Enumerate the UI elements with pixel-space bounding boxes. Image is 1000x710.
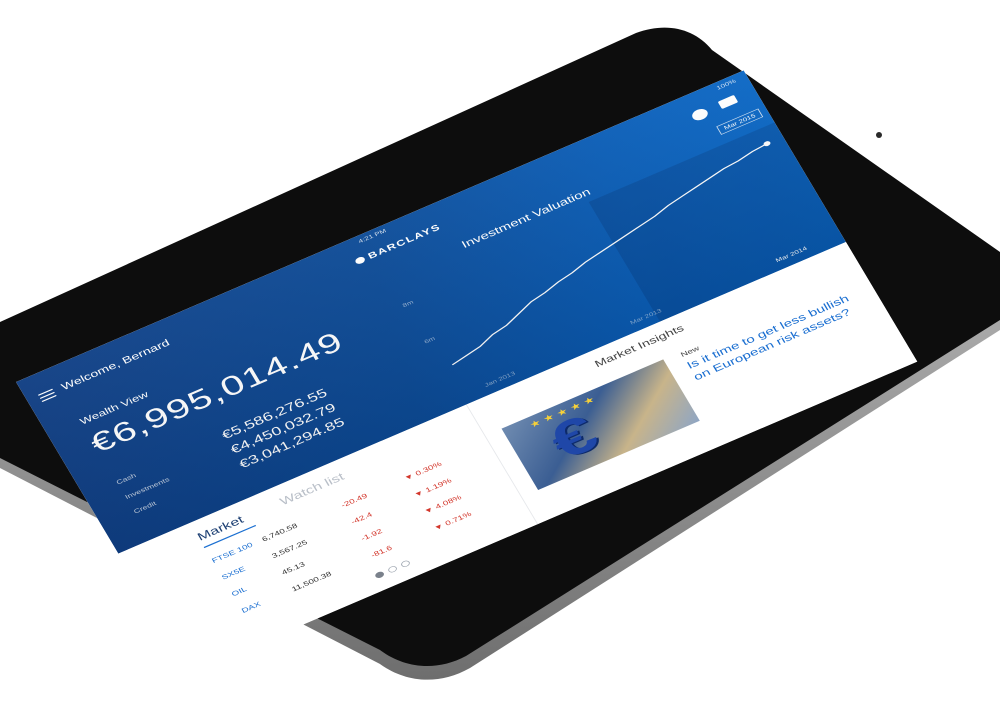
- market-change: -1.92: [359, 527, 384, 543]
- euro-sign-icon: €: [539, 404, 608, 471]
- market-value: 45.13: [280, 560, 307, 577]
- breakdown-cash: Cash €5,586,276.55: [115, 386, 329, 487]
- market-pct-value: 0.71%: [443, 510, 473, 528]
- eagle-icon: [353, 255, 367, 266]
- page-dot-active[interactable]: [374, 570, 386, 580]
- hamburger-menu-icon[interactable]: [37, 388, 57, 403]
- market-change: -20.49: [339, 492, 369, 510]
- page-dot[interactable]: [386, 564, 399, 574]
- y-tick-label: 8m: [402, 299, 415, 308]
- y-tick-label: 6m: [423, 336, 436, 345]
- breakdown-credit: Credit €3,041,294.85: [132, 415, 347, 516]
- page-dot[interactable]: [399, 559, 412, 569]
- front-camera: [876, 132, 882, 138]
- market-pct-value: 0.30%: [414, 460, 444, 478]
- market-name: DAX: [240, 600, 263, 615]
- tablet-device: 4:21 PM 100% Welcome, Bernard BARCLAYS W…: [0, 0, 1000, 710]
- breakdown-label: Cash: [115, 472, 138, 487]
- market-change: -42.4: [349, 511, 374, 526]
- breakdown-label: Credit: [132, 500, 158, 516]
- market-name: OIL: [230, 585, 249, 599]
- market-change: -81.6: [369, 544, 394, 560]
- market-name: SX5E: [220, 565, 247, 582]
- market-pct-value: 1.19%: [424, 477, 454, 495]
- insights-headline-link[interactable]: Is it time to get less bullish on Europe…: [684, 288, 867, 384]
- market-pct-value: 4.08%: [434, 493, 464, 511]
